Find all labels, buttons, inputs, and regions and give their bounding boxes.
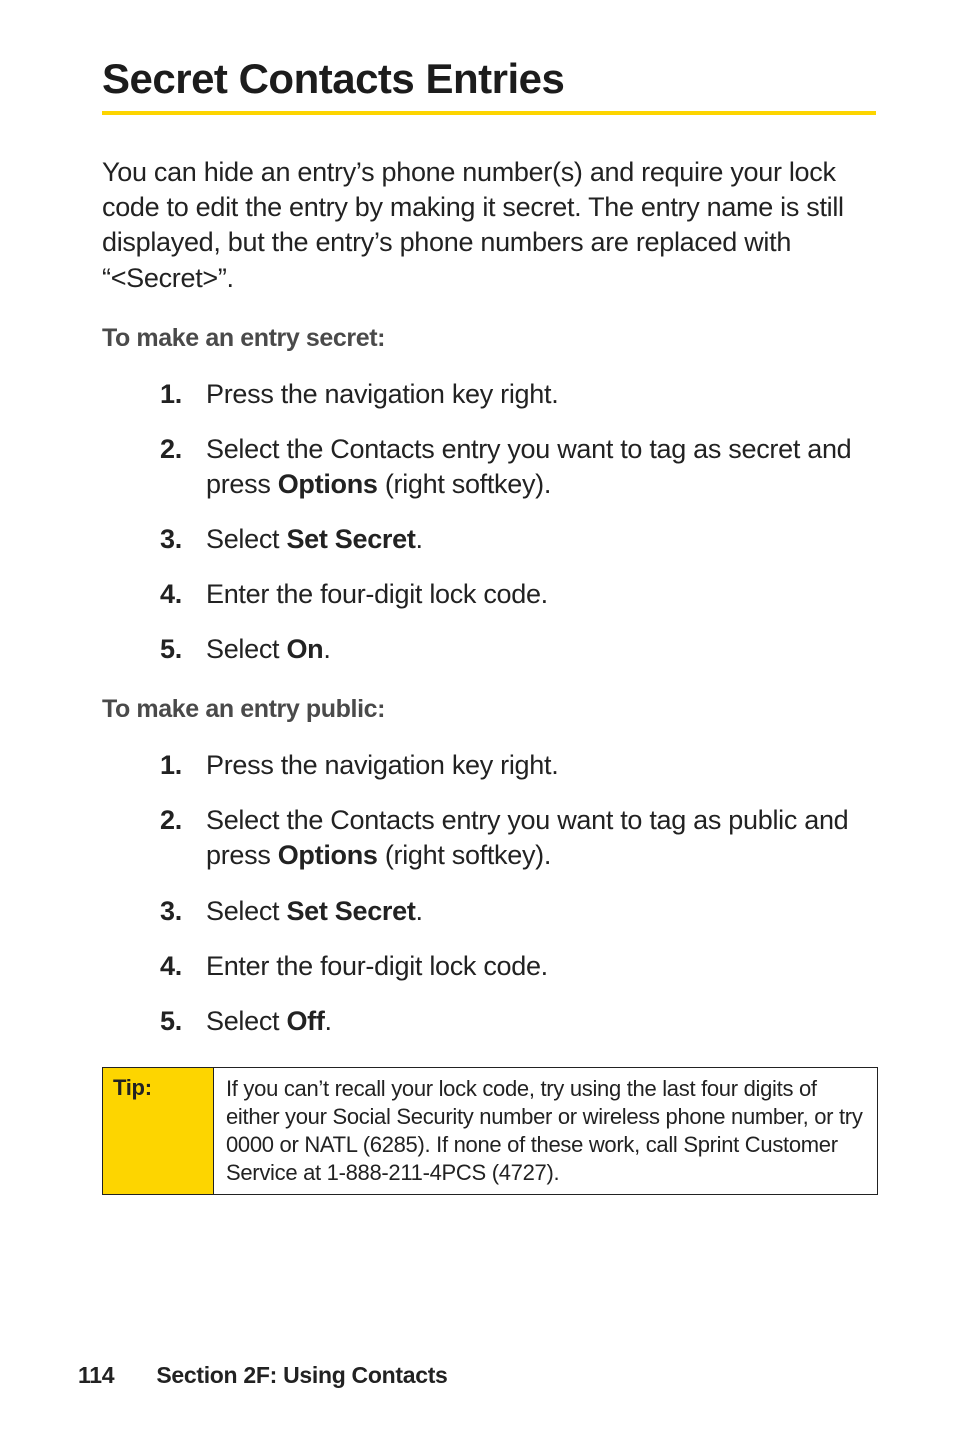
step-text-post: . [416, 896, 423, 926]
step-text-post: . [323, 634, 330, 664]
list-item: Press the navigation key right. [160, 748, 876, 783]
list-item: Select Set Secret. [160, 894, 876, 929]
step-strong-on: On [286, 634, 323, 664]
intro-paragraph: You can hide an entry’s phone number(s) … [102, 155, 876, 295]
step-text-pre: Select [206, 896, 286, 926]
subheading-public: To make an entry public: [102, 695, 876, 724]
list-item: Select Set Secret. [160, 522, 876, 557]
step-strong-options: Options [278, 469, 378, 499]
step-strong-setsecret: Set Secret [286, 896, 415, 926]
list-item: Select Off. [160, 1004, 876, 1039]
footer-page-number: 114 [78, 1362, 114, 1388]
step-strong-setsecret: Set Secret [286, 524, 415, 554]
step-text: Press the navigation key right. [206, 750, 558, 780]
step-text: Enter the four-digit lock code. [206, 951, 548, 981]
list-item: Enter the four-digit lock code. [160, 577, 876, 612]
list-item: Select the Contacts entry you want to ta… [160, 803, 876, 873]
step-text-pre: Select [206, 1006, 286, 1036]
tip-box: Tip: If you can’t recall your lock code,… [102, 1067, 878, 1196]
step-text-post: . [416, 524, 423, 554]
step-text: Press the navigation key right. [206, 379, 558, 409]
step-strong-off: Off [286, 1006, 324, 1036]
step-text-pre: Select [206, 524, 286, 554]
steps-list-secret: Press the navigation key right. Select t… [102, 377, 876, 668]
steps-list-public: Press the navigation key right. Select t… [102, 748, 876, 1039]
step-text-post: (right softkey). [378, 469, 551, 499]
page-footer: 114 Section 2F: Using Contacts [78, 1362, 448, 1389]
footer-section-label: Section 2F: Using Contacts [156, 1362, 447, 1388]
step-text: Enter the four-digit lock code. [206, 579, 548, 609]
list-item: Press the navigation key right. [160, 377, 876, 412]
page-heading: Secret Contacts Entries [102, 55, 876, 103]
step-strong-options: Options [278, 840, 378, 870]
manual-page: Secret Contacts Entries You can hide an … [0, 0, 954, 1431]
list-item: Select the Contacts entry you want to ta… [160, 432, 876, 502]
step-text-post: . [325, 1006, 332, 1036]
tip-label: Tip: [103, 1068, 214, 1195]
subheading-secret: To make an entry secret: [102, 324, 876, 353]
list-item: Select On. [160, 632, 876, 667]
list-item: Enter the four-digit lock code. [160, 949, 876, 984]
heading-divider [102, 111, 876, 115]
step-text-post: (right softkey). [378, 840, 551, 870]
tip-body: If you can’t recall your lock code, try … [214, 1068, 877, 1195]
step-text-pre: Select [206, 634, 286, 664]
